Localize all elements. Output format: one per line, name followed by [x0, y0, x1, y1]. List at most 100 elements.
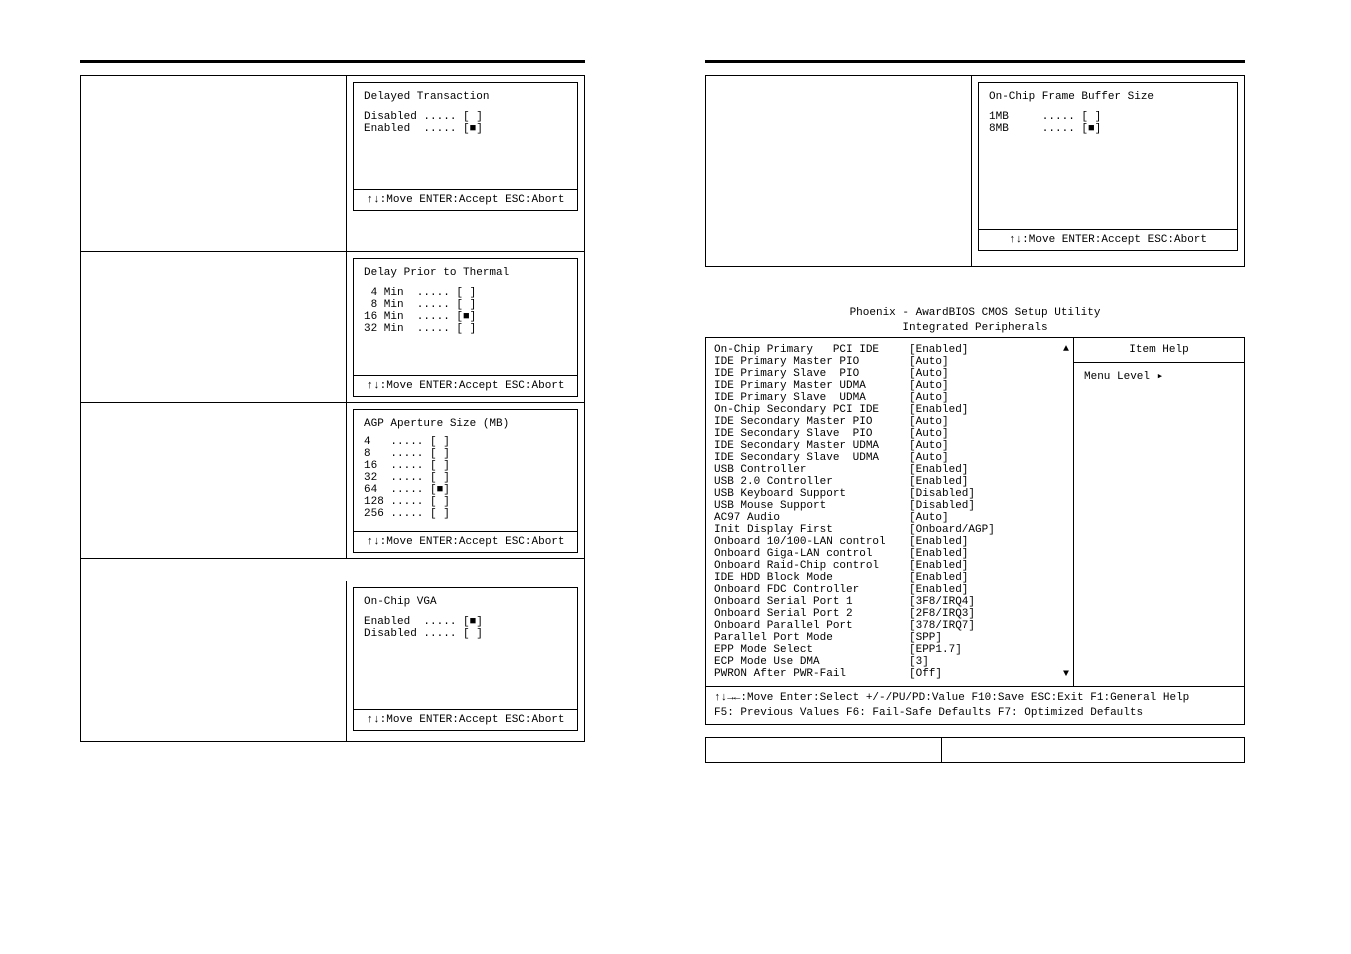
- bios-item-label: ECP Mode Use DMA: [714, 656, 909, 668]
- option-16-min[interactable]: 16 Min ..... [■]: [364, 311, 567, 323]
- row-onchip-vga: On-Chip VGA Enabled ..... [■]Disabled ..…: [80, 581, 585, 742]
- popup-delayed-transaction: Delayed Transaction Disabled ..... [ ]En…: [353, 82, 578, 211]
- bios-item-label: EPP Mode Select: [714, 644, 909, 656]
- bios-menu-level: Menu Level ▸: [1074, 363, 1244, 389]
- option-64[interactable]: 64 ..... [■]: [364, 484, 567, 496]
- popup-onchip-vga: On-Chip VGA Enabled ..... [■]Disabled ..…: [353, 587, 578, 731]
- bios-item-value: [Auto]: [909, 428, 949, 440]
- option-4[interactable]: 4 ..... [ ]: [364, 436, 567, 448]
- popup-title: On-Chip Frame Buffer Size: [989, 91, 1227, 103]
- bios-item[interactable]: Onboard Giga-LAN control[Enabled]: [714, 548, 1065, 560]
- bios-item-label: AC97 Audio: [714, 512, 909, 524]
- bios-item-label: Onboard FDC Controller: [714, 584, 909, 596]
- bios-item[interactable]: ECP Mode Use DMA[3]: [714, 656, 1065, 668]
- bios-item[interactable]: AC97 Audio[Auto]: [714, 512, 1065, 524]
- popup-footer-hint: ↑↓:Move ENTER:Accept ESC:Abort: [354, 189, 577, 210]
- option-32[interactable]: 32 ..... [ ]: [364, 472, 567, 484]
- bios-item-label: Init Display First: [714, 524, 909, 536]
- bios-item-label: IDE Secondary Slave PIO: [714, 428, 909, 440]
- bios-item[interactable]: Onboard FDC Controller[Enabled]: [714, 584, 1065, 596]
- bios-item-label: Parallel Port Mode: [714, 632, 909, 644]
- bios-item-value: [Enabled]: [909, 560, 968, 572]
- bios-item-label: Onboard Raid-Chip control: [714, 560, 909, 572]
- bios-item[interactable]: IDE Secondary Slave PIO[Auto]: [714, 428, 1065, 440]
- bios-item-label: IDE Primary Slave PIO: [714, 368, 909, 380]
- option-enabled[interactable]: Enabled ..... [■]: [364, 616, 567, 628]
- option-disabled[interactable]: Disabled ..... [ ]: [364, 628, 567, 640]
- bios-item[interactable]: EPP Mode Select[EPP1.7]: [714, 644, 1065, 656]
- bios-item-label: IDE Primary Slave UDMA: [714, 392, 909, 404]
- bios-item-value: [Auto]: [909, 380, 949, 392]
- bios-title-1: Phoenix - AwardBIOS CMOS Setup Utility: [705, 307, 1245, 320]
- popup-footer-hint: ↑↓:Move ENTER:Accept ESC:Abort: [354, 375, 577, 396]
- option-enabled[interactable]: Enabled ..... [■]: [364, 123, 567, 135]
- bottom-empty-row: [705, 737, 1245, 763]
- bios-item-value: [Enabled]: [909, 404, 968, 416]
- bios-item[interactable]: Onboard Serial Port 2[2F8/IRQ3]: [714, 608, 1065, 620]
- bios-item[interactable]: PWRON After PWR-Fail[Off]: [714, 668, 1065, 680]
- option-16[interactable]: 16 ..... [ ]: [364, 460, 567, 472]
- bios-help-title: Item Help: [1074, 338, 1244, 363]
- option-4-min[interactable]: 4 Min ..... [ ]: [364, 287, 567, 299]
- option-8-min[interactable]: 8 Min ..... [ ]: [364, 299, 567, 311]
- bios-item[interactable]: IDE Primary Slave UDMA[Auto]: [714, 392, 1065, 404]
- bios-item[interactable]: Init Display First[Onboard/AGP]: [714, 524, 1065, 536]
- option-128[interactable]: 128 ..... [ ]: [364, 496, 567, 508]
- bios-item[interactable]: IDE Primary Master PIO[Auto]: [714, 356, 1065, 368]
- bios-item-value: [Onboard/AGP]: [909, 524, 995, 536]
- bios-item-label: On-Chip Secondary PCI IDE: [714, 404, 909, 416]
- bios-item[interactable]: Onboard 10/100-LAN control[Enabled]: [714, 536, 1065, 548]
- option-1mb[interactable]: 1MB ..... [ ]: [989, 111, 1227, 123]
- bios-item[interactable]: On-Chip Secondary PCI IDE[Enabled]: [714, 404, 1065, 416]
- left-column: Delayed Transaction Disabled ..... [ ]En…: [80, 60, 585, 742]
- scroll-down-icon[interactable]: ▼: [1063, 669, 1069, 680]
- option-32-min[interactable]: 32 Min ..... [ ]: [364, 323, 567, 335]
- bios-item-value: [3F8/IRQ4]: [909, 596, 975, 608]
- bios-item[interactable]: On-Chip Primary PCI IDE[Enabled]: [714, 344, 1065, 356]
- popup-footer-hint: ↑↓:Move ENTER:Accept ESC:Abort: [354, 709, 577, 730]
- popup-delay-thermal: Delay Prior to Thermal 4 Min ..... [ ] 8…: [353, 258, 578, 397]
- bios-item[interactable]: IDE Primary Slave PIO[Auto]: [714, 368, 1065, 380]
- bios-item[interactable]: USB Controller[Enabled]: [714, 464, 1065, 476]
- bios-item-value: [EPP1.7]: [909, 644, 962, 656]
- bios-item-label: USB 2.0 Controller: [714, 476, 909, 488]
- bios-item[interactable]: Onboard Parallel Port[378/IRQ7]: [714, 620, 1065, 632]
- bios-item[interactable]: USB Mouse Support[Disabled]: [714, 500, 1065, 512]
- bios-item[interactable]: Parallel Port Mode[SPP]: [714, 632, 1065, 644]
- right-column: On-Chip Frame Buffer Size 1MB ..... [ ]8…: [705, 60, 1245, 763]
- bios-item-label: IDE Secondary Master UDMA: [714, 440, 909, 452]
- popup-title: On-Chip VGA: [364, 596, 567, 608]
- bios-item[interactable]: USB Keyboard Support[Disabled]: [714, 488, 1065, 500]
- bios-item-value: [Off]: [909, 668, 942, 680]
- bios-item-list[interactable]: ▲ On-Chip Primary PCI IDE[Enabled]IDE Pr…: [706, 338, 1074, 686]
- popup-frame-buffer: On-Chip Frame Buffer Size 1MB ..... [ ]8…: [978, 82, 1238, 251]
- popup-agp-aperture: AGP Aperture Size (MB) 4 ..... [ ]8 ....…: [353, 409, 578, 553]
- bios-item-value: [Disabled]: [909, 488, 975, 500]
- divider: [705, 60, 1245, 63]
- bios-item-value: [Auto]: [909, 356, 949, 368]
- bios-item-value: [Auto]: [909, 416, 949, 428]
- option-8mb[interactable]: 8MB ..... [■]: [989, 123, 1227, 135]
- bios-item[interactable]: IDE Secondary Master UDMA[Auto]: [714, 440, 1065, 452]
- bios-item[interactable]: Onboard Raid-Chip control[Enabled]: [714, 560, 1065, 572]
- bios-item-label: Onboard Serial Port 1: [714, 596, 909, 608]
- option-disabled[interactable]: Disabled ..... [ ]: [364, 111, 567, 123]
- option-8[interactable]: 8 ..... [ ]: [364, 448, 567, 460]
- bios-item-value: [SPP]: [909, 632, 942, 644]
- bios-item[interactable]: IDE HDD Block Mode[Enabled]: [714, 572, 1065, 584]
- bios-item-label: IDE Secondary Master PIO: [714, 416, 909, 428]
- bios-item-value: [378/IRQ7]: [909, 620, 975, 632]
- bios-item-label: IDE Secondary Slave UDMA: [714, 452, 909, 464]
- bios-item-value: [Auto]: [909, 392, 949, 404]
- option-256[interactable]: 256 ..... [ ]: [364, 508, 567, 520]
- bios-item[interactable]: IDE Secondary Slave UDMA[Auto]: [714, 452, 1065, 464]
- bios-item-value: [Enabled]: [909, 344, 968, 356]
- bios-item[interactable]: IDE Primary Master UDMA[Auto]: [714, 380, 1065, 392]
- bios-item[interactable]: USB 2.0 Controller[Enabled]: [714, 476, 1065, 488]
- row-frame-buffer: On-Chip Frame Buffer Size 1MB ..... [ ]8…: [705, 75, 1245, 267]
- bios-item-label: USB Keyboard Support: [714, 488, 909, 500]
- bios-item[interactable]: IDE Secondary Master PIO[Auto]: [714, 416, 1065, 428]
- scroll-up-icon[interactable]: ▲: [1063, 344, 1069, 355]
- bios-item[interactable]: Onboard Serial Port 1[3F8/IRQ4]: [714, 596, 1065, 608]
- bios-item-label: On-Chip Primary PCI IDE: [714, 344, 909, 356]
